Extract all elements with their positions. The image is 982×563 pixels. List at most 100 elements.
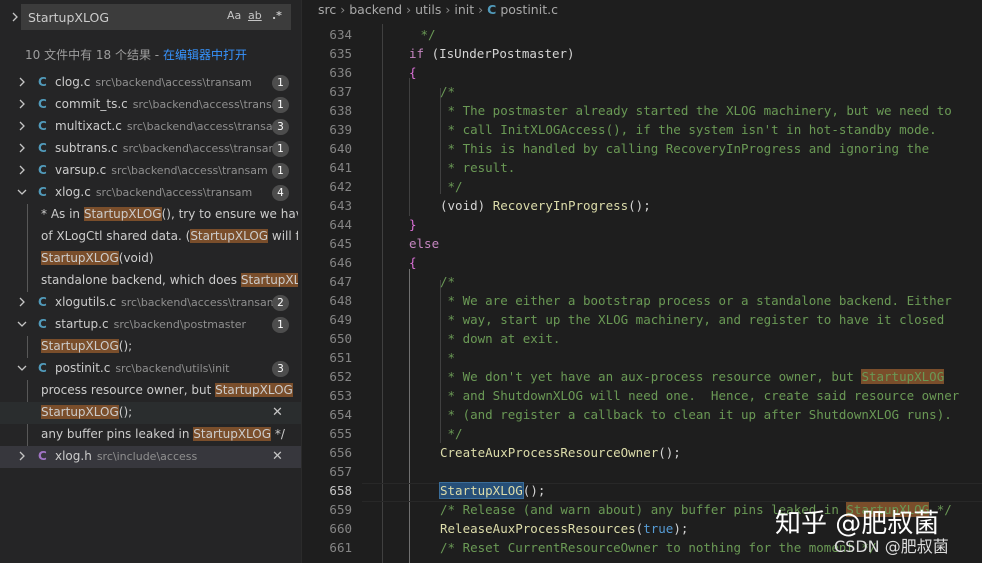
code-line: /* Reset CurrentResourceOwner to nothing… [440, 540, 877, 555]
match-line[interactable]: standalone backend, which does StartupXL… [0, 270, 301, 292]
chevron-right-icon[interactable] [16, 450, 28, 462]
dismiss-result-icon[interactable]: ✕ [272, 449, 283, 464]
search-sidebar: StartupXLOG Aa ab .* 10 文件中有 18 个结果 - 在编… [0, 0, 301, 563]
search-query[interactable]: StartupXLOG [28, 10, 109, 25]
line-number: 660 [329, 521, 352, 536]
result-file-subtrans[interactable]: C subtrans.c src\backend\access\transam 1 [0, 138, 301, 160]
file-name: varsup.c [55, 163, 107, 177]
code-line: * result. [440, 160, 516, 175]
c-file-icon: C [38, 449, 47, 463]
code-line: * way, start up the XLOG machinery, and … [440, 312, 945, 327]
code-line: { [409, 65, 417, 80]
c-file-icon: C [38, 185, 47, 199]
code-line: /* [440, 84, 456, 99]
chevron-down-icon[interactable] [16, 186, 28, 198]
breadcrumb-item[interactable]: utils [415, 2, 441, 17]
search-input[interactable]: StartupXLOG Aa ab .* [21, 4, 291, 30]
use-regex-toggle[interactable]: .* [272, 9, 282, 22]
selected-match: StartupXLOG [439, 482, 524, 499]
file-name: xlog.h [55, 449, 92, 463]
code-line: (void) RecoveryInProgress(); [440, 198, 651, 213]
match-count-badge: 3 [272, 361, 289, 377]
result-file-startup[interactable]: C startup.c src\backend\postmaster 1 [0, 314, 301, 336]
c-file-icon: C [487, 2, 497, 17]
match-line[interactable]: StartupXLOG(void) [0, 248, 301, 270]
c-file-icon: C [38, 141, 47, 155]
file-name: startup.c [55, 317, 109, 331]
chevron-right-icon[interactable] [8, 10, 22, 24]
result-file-multixact[interactable]: C multixact.c src\backend\access\transam … [0, 116, 301, 138]
line-number: 659 [329, 502, 352, 517]
chevron-right-icon[interactable] [16, 98, 28, 110]
line-number: 642 [329, 179, 352, 194]
line-number: 648 [329, 293, 352, 308]
file-name: clog.c [55, 75, 91, 89]
line-number: 651 [329, 350, 352, 365]
file-name: postinit.c [55, 361, 111, 375]
chevron-right-icon: › [406, 2, 412, 17]
chevron-right-icon[interactable] [16, 164, 28, 176]
match-case-toggle[interactable]: Aa [227, 9, 241, 22]
code-line: */ [440, 179, 463, 194]
match-line[interactable]: of XLogCtl shared data. (StartupXLOG wil… [0, 226, 301, 248]
chevron-down-icon[interactable] [16, 318, 28, 330]
match-count-badge: 1 [272, 75, 289, 91]
match-count-badge: 1 [272, 163, 289, 179]
breadcrumb-item[interactable]: backend [349, 2, 402, 17]
file-path: src\backend\access\trans... [132, 98, 283, 111]
dismiss-result-icon[interactable]: ✕ [272, 405, 283, 420]
result-file-xlog-h[interactable]: C xlog.h src\include\access ✕ [0, 446, 301, 468]
file-name: multixact.c [55, 119, 122, 133]
code-line: * [440, 350, 456, 365]
result-file-xlog[interactable]: C xlog.c src\backend\access\transam 4 [0, 182, 301, 204]
code-line: { [409, 255, 417, 270]
result-file-varsup[interactable]: C varsup.c src\backend\access\transam 1 [0, 160, 301, 182]
result-file-xlogutils[interactable]: C xlogutils.c src\backend\access\transam … [0, 292, 301, 314]
file-path: src\backend\utils\init [115, 362, 230, 375]
line-number: 656 [329, 445, 352, 460]
match-count-badge: 1 [272, 317, 289, 333]
match-line[interactable]: StartupXLOG(); [0, 336, 301, 358]
chevron-right-icon[interactable] [16, 142, 28, 154]
chevron-down-icon[interactable] [16, 362, 28, 374]
match-line[interactable]: process resource owner, but StartupXLOG [0, 380, 301, 402]
match-line[interactable]: StartupXLOG(); ✕ [0, 402, 301, 424]
code-editor[interactable]: 634 635 636 637 638 639 640 641 642 643 … [301, 0, 982, 563]
breadcrumb-item[interactable]: src [318, 2, 336, 17]
code-line: CreateAuxProcessResourceOwner(); [440, 445, 681, 460]
line-number: 638 [329, 103, 352, 118]
chevron-right-icon[interactable] [16, 296, 28, 308]
result-file-clog[interactable]: C clog.c src\backend\access\transam 1 [0, 72, 301, 94]
result-file-postinit[interactable]: C postinit.c src\backend\utils\init 3 [0, 358, 301, 380]
match-line[interactable]: any buffer pins leaked in StartupXLOG */ [0, 424, 301, 446]
match-count-badge: 4 [272, 185, 289, 201]
csdn-watermark: CSDN @肥叔菌 [834, 537, 949, 556]
match-line[interactable]: * As in StartupXLOG(), try to ensure we … [0, 204, 301, 226]
line-number: 634 [329, 27, 352, 42]
match-highlight: StartupXLOG [215, 383, 293, 397]
breadcrumb-item[interactable]: postinit.c [500, 2, 558, 17]
code-line: if (IsUnderPostmaster) [409, 46, 575, 61]
code-line: * We are either a bootstrap process or a… [440, 293, 952, 308]
chevron-right-icon: › [478, 2, 484, 17]
code-line: } [409, 217, 417, 232]
file-path: src\backend\access\transam [126, 120, 284, 133]
c-file-icon: C [38, 295, 47, 309]
search-row: StartupXLOG Aa ab .* [0, 4, 301, 32]
match-count-badge: 1 [272, 97, 289, 113]
chevron-right-icon[interactable] [16, 76, 28, 88]
match-highlight: StartupXLOG [41, 405, 119, 419]
breadcrumb-item[interactable]: init [454, 2, 474, 17]
file-path: src\include\access [96, 450, 198, 463]
file-name: subtrans.c [55, 141, 118, 155]
chevron-right-icon: › [445, 2, 451, 17]
open-in-editor-link[interactable]: 在编辑器中打开 [163, 48, 247, 62]
match-whole-word-toggle[interactable]: ab [248, 9, 262, 22]
match-highlight: StartupXLOG [190, 229, 269, 243]
indent-guide-active [409, 269, 410, 563]
breadcrumb: src › backend › utils › init › Cpostinit.c [318, 2, 558, 17]
chevron-right-icon[interactable] [16, 120, 28, 132]
file-name: xlog.c [55, 185, 91, 199]
chevron-right-icon: › [340, 2, 346, 17]
result-file-commit-ts[interactable]: C commit_ts.c src\backend\access\trans...… [0, 94, 301, 116]
